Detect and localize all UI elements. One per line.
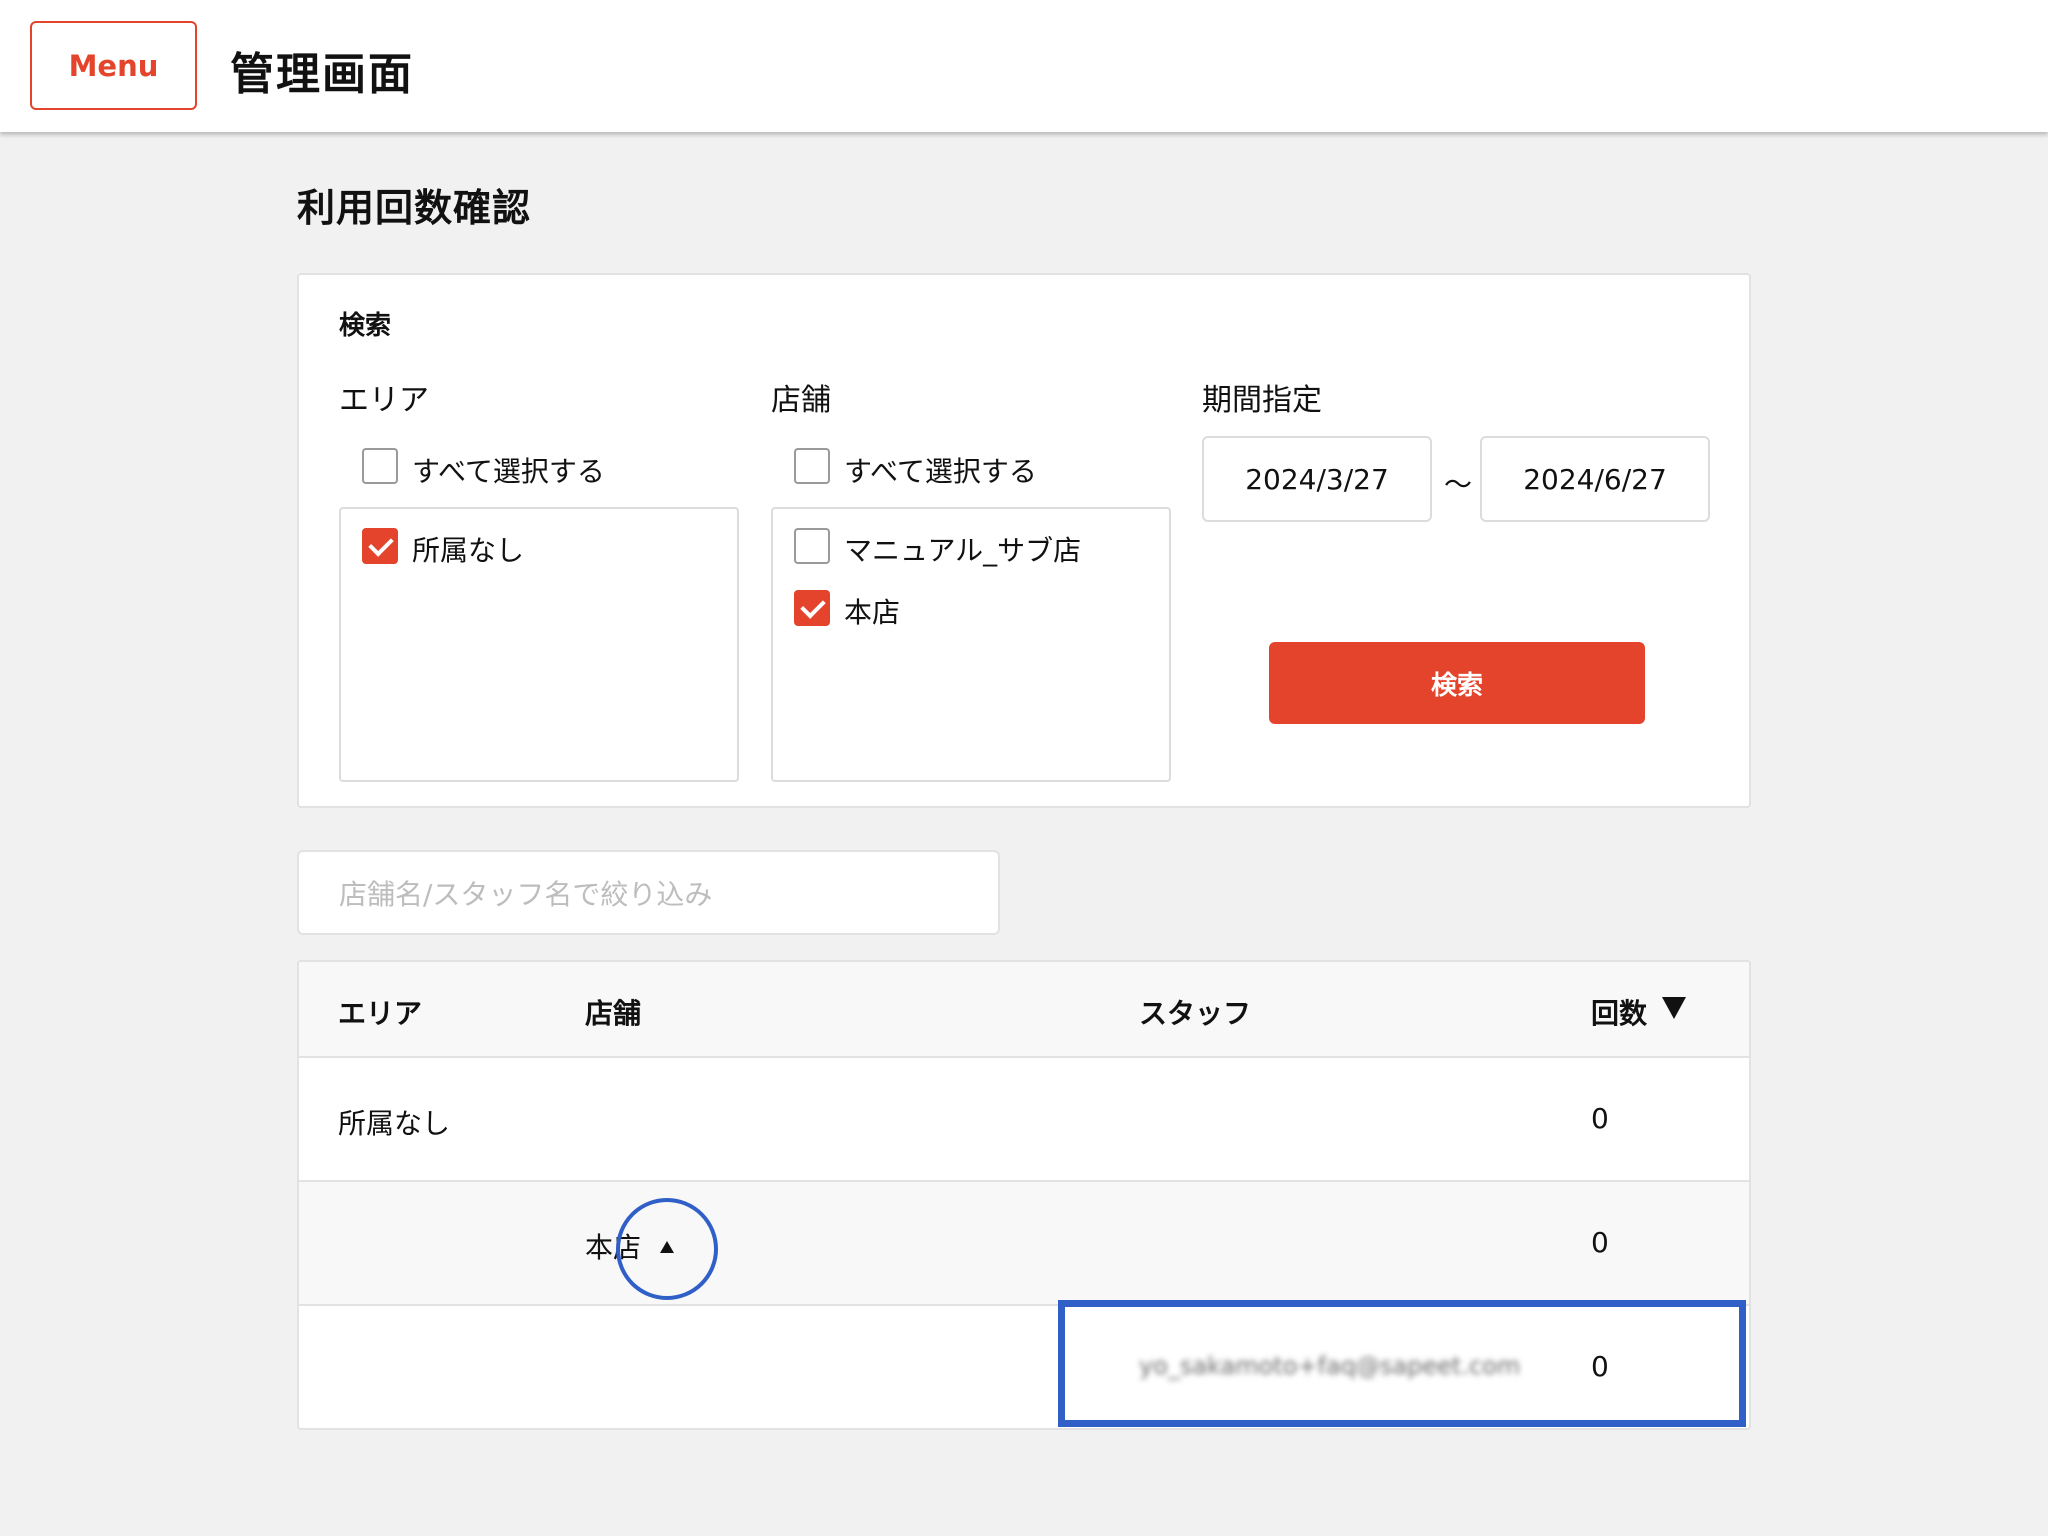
cell-count: 0	[1591, 1226, 1609, 1259]
area-item-checkbox[interactable]	[362, 528, 398, 564]
store-item-label[interactable]: マニュアル_サブ店	[844, 529, 1081, 569]
sort-descending-icon[interactable]	[1662, 997, 1686, 1019]
store-list: マニュアル_サブ店 本店	[771, 507, 1171, 782]
area-select-all-checkbox[interactable]	[362, 448, 398, 484]
column-header-store: 店舗	[585, 997, 642, 1030]
app-title: 管理画面	[230, 49, 414, 100]
highlight-circle	[616, 1198, 718, 1300]
cell-area: 所属なし	[338, 1107, 451, 1140]
column-header-staff: スタッフ	[1139, 997, 1252, 1030]
search-panel-title: 検索	[339, 311, 392, 341]
menu-button[interactable]: Menu	[30, 21, 197, 110]
table-row: 所属なし 0	[299, 1058, 1749, 1182]
store-select-all-label[interactable]: すべて選択する	[844, 450, 1037, 490]
search-panel: 検索 エリア すべて選択する 所属なし 店舗 すべて選択する マニュアル_サブ店…	[297, 273, 1751, 808]
filter-input[interactable]: 店舗名/スタッフ名で絞り込み	[297, 850, 1000, 935]
date-to-input[interactable]: 2024/6/27	[1480, 436, 1710, 522]
column-header-count[interactable]: 回数	[1591, 992, 1647, 1032]
area-item-label[interactable]: 所属なし	[412, 529, 524, 569]
store-item-label[interactable]: 本店	[844, 591, 900, 631]
store-item-checkbox[interactable]	[794, 590, 830, 626]
date-from-input[interactable]: 2024/3/27	[1202, 436, 1432, 522]
date-range-separator: 〜	[1444, 468, 1473, 501]
store-select-all-checkbox[interactable]	[794, 448, 830, 484]
area-select-all-label[interactable]: すべて選択する	[412, 450, 605, 490]
area-list: 所属なし	[339, 507, 739, 782]
app-header: Menu 管理画面	[0, 0, 2048, 132]
area-label: エリア	[339, 383, 429, 418]
page-title: 利用回数確認	[297, 186, 532, 230]
table-header: エリア 店舗 スタッフ 回数	[299, 962, 1749, 1058]
store-item-checkbox[interactable]	[794, 528, 830, 564]
highlight-rectangle	[1058, 1300, 1746, 1427]
cell-count: 0	[1591, 1102, 1609, 1135]
store-label: 店舗	[771, 383, 831, 418]
period-label: 期間指定	[1202, 383, 1322, 418]
search-button[interactable]: 検索	[1269, 642, 1645, 724]
column-header-area: エリア	[338, 997, 423, 1030]
table-row[interactable]: 本店 0	[299, 1182, 1749, 1306]
